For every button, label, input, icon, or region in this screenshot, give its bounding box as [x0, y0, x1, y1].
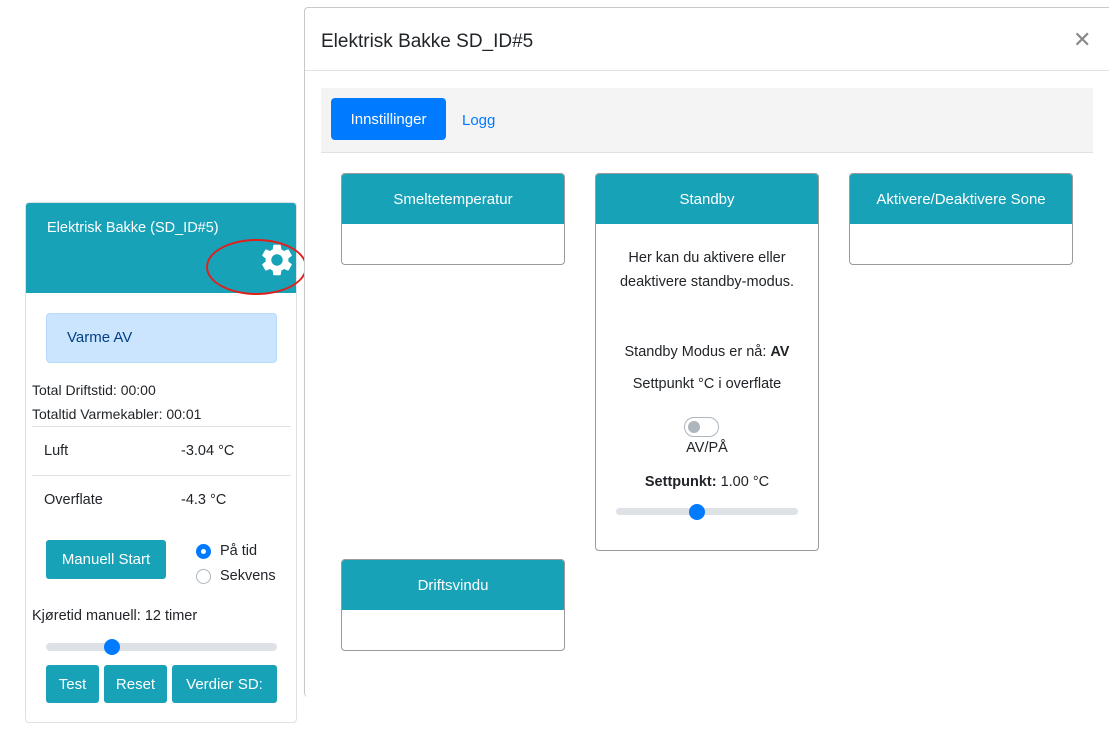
panel-aktivere-deaktivere-sone: Aktivere/Deaktivere Sone — [849, 173, 1073, 265]
card-header: Elektrisk Bakke (SD_ID#5) — [26, 203, 296, 293]
settpunkt-caption: Settpunkt °C i overflate — [632, 376, 782, 392]
divider — [305, 70, 1109, 71]
divider — [32, 475, 291, 476]
standby-description: Her kan du aktivere eller deaktivere sta… — [619, 250, 795, 290]
radio-pa-tid[interactable]: På tid — [196, 543, 257, 559]
sd-card: Elektrisk Bakke (SD_ID#5) Varme AV Total… — [25, 202, 307, 723]
slider-thumb[interactable] — [104, 639, 121, 655]
settpunkt-readout: Settpunkt: 1.00 °C — [596, 474, 818, 490]
overflate-value: -4.3 °C — [181, 492, 227, 508]
panel-smeltetemperatur: Smeltetemperatur — [341, 173, 565, 265]
verdier-sd-button[interactable]: Verdier SD: — [172, 665, 277, 703]
panel-title[interactable]: Smeltetemperatur — [342, 174, 564, 224]
test-button[interactable]: Test — [46, 665, 99, 703]
settings-modal: Elektrisk Bakke SD_ID#5 ✕ Innstillinger … — [304, 7, 1109, 697]
status-prefix: Standby Modus er nå: — [624, 344, 771, 360]
radio-sekvens[interactable]: Sekvens — [196, 568, 276, 584]
settpunkt-label: Settpunkt: — [644, 474, 717, 490]
gear-icon[interactable] — [258, 241, 296, 279]
settpunkt-slider[interactable] — [616, 504, 798, 520]
overflate-label: Overflate — [44, 492, 103, 508]
divider — [32, 426, 291, 427]
luft-value: -3.04 °C — [181, 443, 235, 459]
heat-status-alert: Varme AV — [46, 313, 277, 363]
panel-standby: Standby Her kan du aktivere eller deakti… — [595, 173, 819, 551]
status-value: AV — [770, 344, 790, 360]
radio-label: På tid — [220, 543, 258, 559]
toggle-label: AV/PÅ — [686, 440, 728, 456]
panel-title[interactable]: Aktivere/Deaktivere Sone — [850, 174, 1072, 224]
tab-logg[interactable]: Logg — [462, 112, 495, 129]
luft-label: Luft — [44, 443, 69, 459]
radio-button[interactable] — [196, 568, 211, 584]
radio-button[interactable] — [196, 543, 211, 559]
slider-thumb[interactable] — [689, 504, 706, 520]
panel-title[interactable]: Driftsvindu — [342, 560, 564, 610]
standby-toggle[interactable] — [684, 417, 719, 437]
totaltid-varmekabler: Totaltid Varmekabler: 00:01 — [32, 406, 202, 422]
manual-start-button[interactable]: Manuell Start — [46, 540, 166, 579]
runtime-slider[interactable] — [46, 639, 277, 655]
tab-innstillinger[interactable]: Innstillinger — [331, 98, 446, 140]
standby-status: Standby Modus er nå: AV — [596, 344, 818, 360]
close-icon[interactable]: ✕ — [1073, 27, 1091, 53]
radio-label: Sekvens — [220, 568, 276, 584]
toggle-knob — [688, 421, 700, 433]
tab-bar: Innstillinger Logg — [321, 88, 1093, 153]
settpunkt-value: 1.00 °C — [716, 474, 770, 490]
panel-title[interactable]: Standby — [596, 174, 818, 224]
reset-button[interactable]: Reset — [104, 665, 167, 703]
modal-title: Elektrisk Bakke SD_ID#5 — [321, 31, 534, 52]
card-title: Elektrisk Bakke (SD_ID#5) — [47, 220, 219, 236]
runtime-label: Kjøretid manuell: 12 timer — [32, 608, 198, 624]
panel-driftsvindu: Driftsvindu — [341, 559, 565, 651]
total-driftstid: Total Driftstid: 00:00 — [32, 382, 156, 398]
